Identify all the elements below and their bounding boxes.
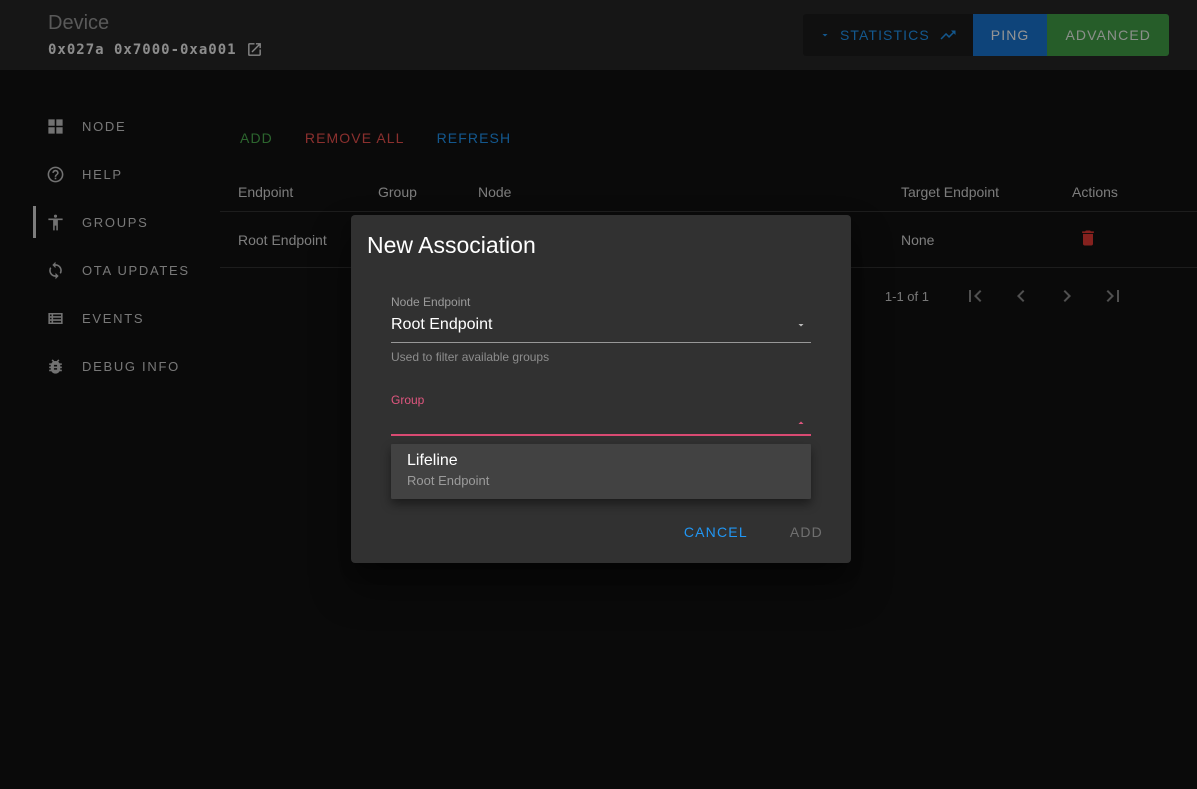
- group-options-menu: Lifeline Root Endpoint: [391, 444, 811, 499]
- node-endpoint-select[interactable]: Root Endpoint: [391, 309, 811, 343]
- option-subtitle: Root Endpoint: [407, 473, 795, 488]
- node-endpoint-value: Root Endpoint: [391, 316, 492, 334]
- dialog-body: Node Endpoint Root Endpoint Used to filt…: [351, 259, 851, 499]
- dialog-add-button[interactable]: ADD: [774, 515, 839, 549]
- group-label: Group: [391, 393, 811, 407]
- node-endpoint-field: Node Endpoint Root Endpoint Used to filt…: [391, 295, 811, 364]
- node-endpoint-label: Node Endpoint: [391, 295, 811, 309]
- node-endpoint-hint: Used to filter available groups: [391, 350, 811, 364]
- group-select[interactable]: [391, 407, 811, 436]
- new-association-dialog: New Association Node Endpoint Root Endpo…: [351, 215, 851, 563]
- chevron-down-icon: [795, 319, 807, 331]
- cancel-button[interactable]: CANCEL: [668, 515, 764, 549]
- option-title: Lifeline: [407, 452, 795, 470]
- group-option-lifeline[interactable]: Lifeline Root Endpoint: [391, 444, 811, 499]
- dialog-actions: CANCEL ADD: [351, 499, 851, 557]
- dialog-title: New Association: [351, 215, 851, 259]
- chevron-up-icon: [795, 417, 807, 429]
- group-field: Group Lifeline Root Endpoint: [391, 393, 811, 499]
